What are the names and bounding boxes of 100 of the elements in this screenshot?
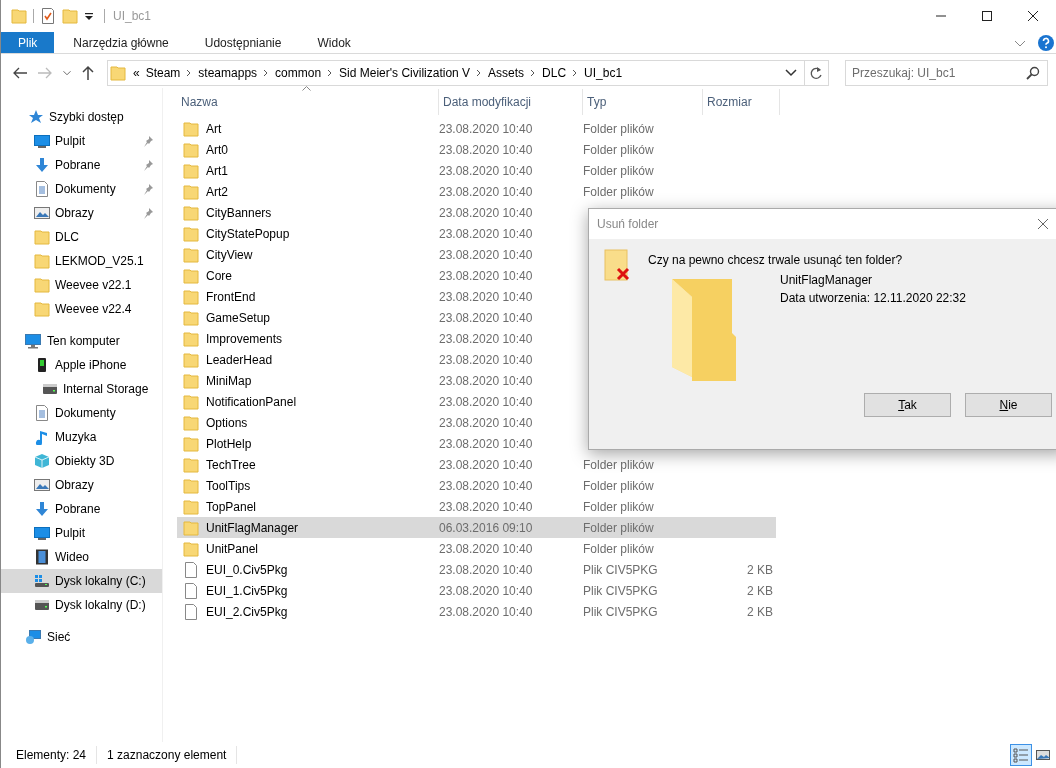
file-type: Plik CIV5PKG (583, 604, 658, 619)
refresh-icon (809, 66, 824, 80)
breadcrumb-link[interactable]: Sid Meier's Civilization V (336, 64, 474, 82)
close-icon[interactable] (1037, 218, 1049, 230)
file-menu-button[interactable]: Plik (1, 32, 55, 53)
breadcrumb-link[interactable]: common (272, 64, 325, 82)
breadcrumb-link[interactable]: Assets (485, 64, 528, 82)
modified-date: 23.08.2020 10:40 (439, 604, 533, 619)
file-name: UnitPanel (206, 540, 259, 558)
breadcrumb-link[interactable]: steamapps (195, 64, 261, 82)
file-name: Improvements (206, 330, 283, 348)
window-title: UI_bc1 (113, 8, 152, 25)
film-icon (34, 549, 50, 565)
file-row[interactable]: ToolTips 23.08.2020 10:40 Folder plików (177, 475, 776, 496)
folder-icon (183, 477, 199, 494)
file-row[interactable]: NotificationPanel 23.08.2020 10:40 (177, 391, 776, 412)
sidebar-item[interactable]: Pobrane (1, 497, 162, 521)
sidebar-item[interactable]: Dokumenty (1, 401, 162, 425)
file-row[interactable]: Options 23.08.2020 10:40 (177, 412, 776, 433)
modified-date: 23.08.2020 10:40 (439, 562, 533, 577)
file-row[interactable]: TechTree 23.08.2020 10:40 Folder plików (177, 454, 776, 475)
file-row[interactable]: FrontEnd 23.08.2020 10:40 (177, 286, 776, 307)
ribbon-tab[interactable]: Udostępnianie (187, 32, 299, 53)
breadcrumb-link[interactable]: UI_bc1 (581, 64, 626, 82)
file-size: 2 KB (747, 604, 773, 619)
sidebar-item[interactable]: Dysk lokalny (C:) (1, 569, 162, 593)
sidebar-item[interactable]: DLC (1, 225, 162, 249)
modified-date: 23.08.2020 10:40 (439, 583, 533, 598)
folder-icon (34, 229, 50, 245)
file-type: Folder plików (583, 457, 654, 472)
sidebar-item[interactable]: Dysk lokalny (D:) (1, 593, 162, 617)
file-name: CityBanners (206, 204, 272, 222)
file-row[interactable]: GameSetup 23.08.2020 10:40 (177, 307, 776, 328)
close-icon (1028, 11, 1038, 21)
dialog-button[interactable]: Nie (965, 393, 1052, 417)
sidebar-item[interactable]: Weevee v22.4 (1, 297, 162, 321)
file-row[interactable]: EUI_2.Civ5Pkg 23.08.2020 10:40 Plik CIV5PKG 2 KB (177, 601, 776, 622)
file-row[interactable]: TopPanel 23.08.2020 10:40 Folder plików (177, 496, 776, 517)
column-header[interactable]: Rozmiar (703, 89, 780, 115)
sidebar-item[interactable]: Ten komputer (1, 329, 162, 353)
file-row[interactable]: PlotHelp 23.08.2020 10:40 (177, 433, 776, 454)
sidebar-item[interactable]: LEKMOD_V25.1 (1, 249, 162, 273)
sidebar-item[interactable]: Muzyka (1, 425, 162, 449)
file-row[interactable]: Art 23.08.2020 10:40 Folder plików (177, 118, 776, 139)
sidebar-item[interactable]: Pobrane (1, 153, 162, 177)
search-field[interactable]: Przeszukaj: UI_bc1 (845, 60, 1048, 86)
address-bar[interactable]: « Steam steamapps common Sid Meier's Civilization V Assets DLC UI_bc1 (107, 60, 829, 86)
column-header[interactable]: Data modyfikacji (439, 89, 583, 115)
column-header[interactable]: Typ (583, 89, 703, 115)
overflow-button[interactable]: « (130, 64, 143, 82)
file-row[interactable]: UnitFlagManager 06.03.2016 09:10 Folder plików (177, 517, 776, 538)
modified-date: 23.08.2020 10:40 (439, 394, 533, 409)
sidebar-item[interactable]: Wideo (1, 545, 162, 569)
sidebar-item[interactable]: Szybki dostęp (1, 105, 162, 129)
modified-date: 23.08.2020 10:40 (439, 499, 533, 514)
picture-icon (1035, 747, 1051, 763)
folder-icon (183, 267, 199, 284)
file-row[interactable]: Improvements 23.08.2020 10:40 (177, 328, 776, 349)
modified-date: 23.08.2020 10:40 (439, 205, 533, 220)
file-row[interactable]: MiniMap 23.08.2020 10:40 (177, 370, 776, 391)
file-name: Options (206, 414, 248, 432)
file-row[interactable]: LeaderHead 23.08.2020 10:40 (177, 349, 776, 370)
drive-icon (34, 597, 50, 613)
file-row[interactable]: Art2 23.08.2020 10:40 Folder plików (177, 181, 776, 202)
selection-count: 1 zaznaczony element (107, 746, 238, 764)
file-row[interactable]: Art0 23.08.2020 10:40 Folder plików (177, 139, 776, 160)
breadcrumb-link[interactable]: Steam (142, 64, 184, 82)
column-header[interactable]: Nazwa (177, 89, 439, 115)
dialog-button[interactable]: Tak (864, 393, 951, 417)
ribbon-tab[interactable]: Widok (300, 32, 368, 53)
file-row[interactable]: EUI_0.Civ5Pkg 23.08.2020 10:40 Plik CIV5PKG 2 KB (177, 559, 776, 580)
sidebar-item[interactable]: Internal Storage (1, 377, 162, 401)
breadcrumb-link[interactable]: DLC (539, 64, 570, 82)
sidebar-item[interactable]: Pulpit (1, 129, 162, 153)
modified-date: 23.08.2020 10:40 (439, 373, 533, 388)
modified-date: 23.08.2020 10:40 (439, 331, 533, 346)
delete-folder-icon (604, 249, 630, 283)
properties-icon[interactable] (40, 8, 56, 24)
sidebar-item[interactable]: Apple iPhone (1, 353, 162, 377)
file-row[interactable]: UnitPanel 23.08.2020 10:40 Folder plików (177, 538, 776, 559)
item-name: UnitFlagManager (780, 272, 874, 289)
details-view-button[interactable] (1010, 744, 1032, 766)
sidebar-item[interactable]: Obrazy (1, 201, 162, 225)
folder-icon (34, 301, 50, 317)
help-icon[interactable] (1038, 34, 1054, 51)
ribbon-tab[interactable]: Narzędzia główne (56, 32, 186, 53)
sidebar-item[interactable]: Sieć (1, 625, 162, 649)
file-name: Art1 (206, 162, 228, 180)
file-row[interactable]: Art1 23.08.2020 10:40 Folder plików (177, 160, 776, 181)
sidebar-item[interactable]: Obrazy (1, 473, 162, 497)
file-row[interactable]: EUI_1.Civ5Pkg 23.08.2020 10:40 Plik CIV5PKG 2 KB (177, 580, 776, 601)
sidebar-item[interactable]: Weevee v22.1 (1, 273, 162, 297)
file-name: TopPanel (206, 498, 257, 516)
folder-icon (183, 204, 199, 221)
sidebar-item[interactable]: Dokumenty (1, 177, 162, 201)
computer-icon (25, 333, 41, 349)
sidebar-item[interactable]: Pulpit (1, 521, 162, 545)
folder-icon (183, 519, 199, 536)
sidebar-item[interactable]: Obiekty 3D (1, 449, 162, 473)
file-type: Folder plików (583, 163, 654, 178)
